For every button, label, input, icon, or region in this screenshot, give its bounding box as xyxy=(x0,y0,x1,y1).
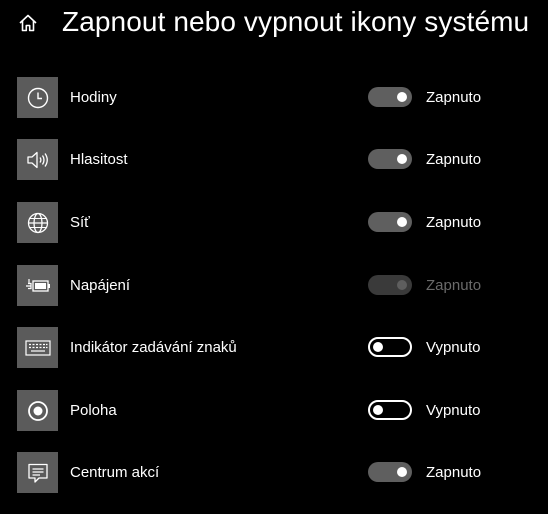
toggle-state-label: Zapnuto xyxy=(426,151,482,168)
location-icon xyxy=(17,390,58,431)
toggle-switch[interactable] xyxy=(368,149,412,169)
keyboard-icon xyxy=(17,327,58,368)
toggle-switch[interactable] xyxy=(368,400,412,420)
toggle-state-label: Vypnuto xyxy=(426,339,481,356)
item-label: Indikátor zadávání znaků xyxy=(70,339,237,356)
item-label: Napájení xyxy=(70,277,131,294)
toggle-switch[interactable] xyxy=(368,212,412,232)
item-label: Síť xyxy=(70,214,90,231)
list-item-action-center: Centrum akcí Zapnuto xyxy=(0,452,548,494)
list-item-input-indicator: Indikátor zadávání znaků Vypnuto xyxy=(0,327,548,369)
list-item-location: Poloha Vypnuto xyxy=(0,390,548,432)
speaker-icon xyxy=(17,139,58,180)
item-label: Poloha xyxy=(70,402,117,419)
toggle-switch[interactable] xyxy=(368,87,412,107)
clock-icon xyxy=(17,77,58,118)
toggle-state-label: Vypnuto xyxy=(426,402,481,419)
item-label: Hlasitost xyxy=(70,151,128,168)
action-center-icon xyxy=(17,452,58,493)
list-item-volume: Hlasitost Zapnuto xyxy=(0,139,548,181)
system-icons-list: Hodiny Zapnuto Hlasitost Zapnuto Síť Zap… xyxy=(0,0,548,514)
toggle-state-label: Zapnuto xyxy=(426,277,482,294)
item-label: Centrum akcí xyxy=(70,464,160,481)
toggle-switch[interactable] xyxy=(368,462,412,482)
toggle-state-label: Zapnuto xyxy=(426,89,482,106)
toggle-state-label: Zapnuto xyxy=(426,464,482,481)
toggle-switch[interactable] xyxy=(368,337,412,357)
battery-plug-icon xyxy=(17,265,58,306)
list-item-power: Napájení Zapnuto xyxy=(0,265,548,307)
list-item-clock: Hodiny Zapnuto xyxy=(0,77,548,119)
globe-icon xyxy=(17,202,58,243)
toggle-switch[interactable] xyxy=(368,275,412,295)
toggle-state-label: Zapnuto xyxy=(426,214,482,231)
list-item-network: Síť Zapnuto xyxy=(0,202,548,244)
item-label: Hodiny xyxy=(70,89,117,106)
